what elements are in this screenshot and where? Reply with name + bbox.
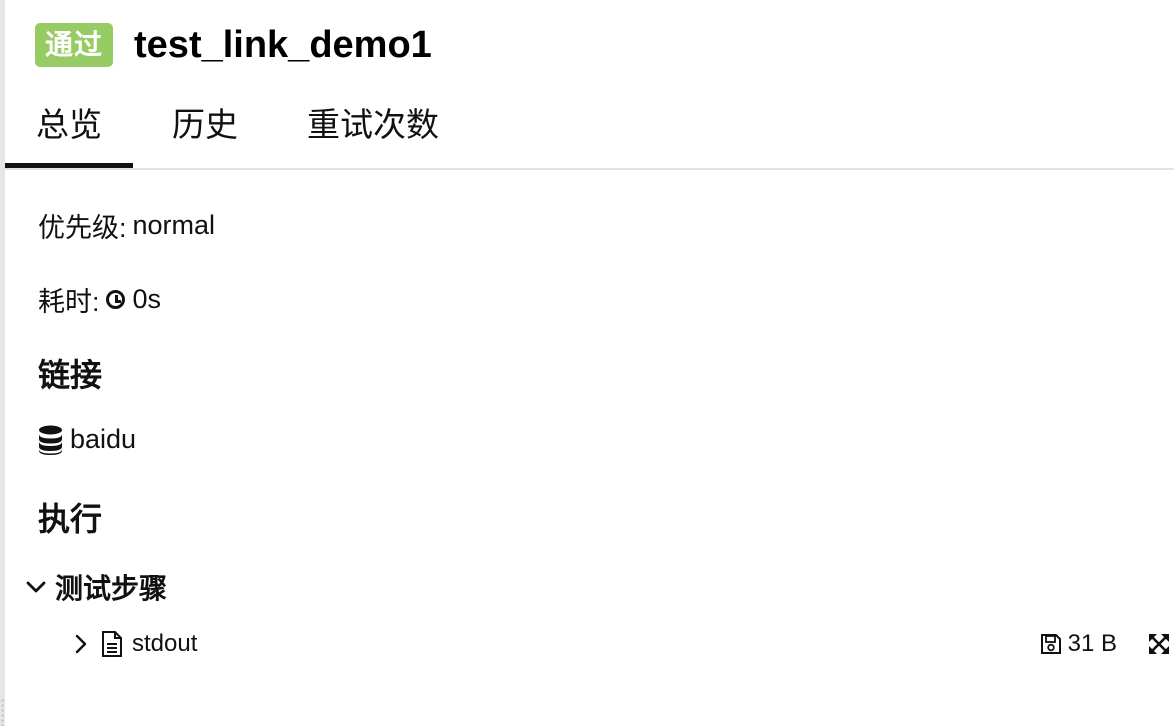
tab-bar: 总览 历史 重试次数 (5, 86, 1174, 170)
duration-row: 耗时: 0s (38, 280, 161, 319)
page-title: test_link_demo1 (134, 23, 432, 66)
attachment-name[interactable]: stdout (132, 630, 197, 658)
link-item-baidu[interactable]: baidu (38, 424, 136, 455)
priority-row: 优先级: normal (38, 206, 215, 245)
clock-icon (105, 290, 125, 309)
database-icon (39, 425, 62, 455)
tab-retries[interactable]: 重试次数 (293, 86, 453, 168)
page-header: 通过 test_link_demo1 (35, 22, 432, 68)
chevron-down-icon (26, 581, 46, 593)
attachment-size-value: 31 B (1067, 630, 1117, 657)
priority-value: normal (132, 210, 216, 240)
test-result-panel: 通过 test_link_demo1 总览 历史 重试次数 优先级: norma… (0, 0, 1174, 726)
attachment-size: 31 B (1040, 626, 1117, 662)
file-text-icon (102, 631, 122, 657)
duration-label: 耗时: (38, 287, 100, 317)
duration-value: 0s (132, 284, 162, 314)
save-icon (1040, 634, 1061, 654)
test-steps-toggle[interactable]: 测试步骤 (25, 567, 167, 607)
expand-icon[interactable] (1148, 633, 1170, 655)
chevron-right-icon[interactable] (71, 634, 91, 654)
priority-label: 优先级: (38, 213, 127, 243)
resize-handle[interactable] (0, 698, 5, 726)
test-steps-title: 测试步骤 (55, 573, 168, 604)
links-section-title: 链接 (38, 357, 103, 393)
execution-section-title: 执行 (38, 501, 103, 537)
status-badge: 通过 (35, 23, 114, 67)
tab-overview[interactable]: 总览 (5, 86, 133, 168)
link-label: baidu (70, 424, 137, 454)
tab-history[interactable]: 历史 (155, 86, 255, 168)
attachment-row[interactable]: stdout 31 B (67, 626, 1174, 662)
